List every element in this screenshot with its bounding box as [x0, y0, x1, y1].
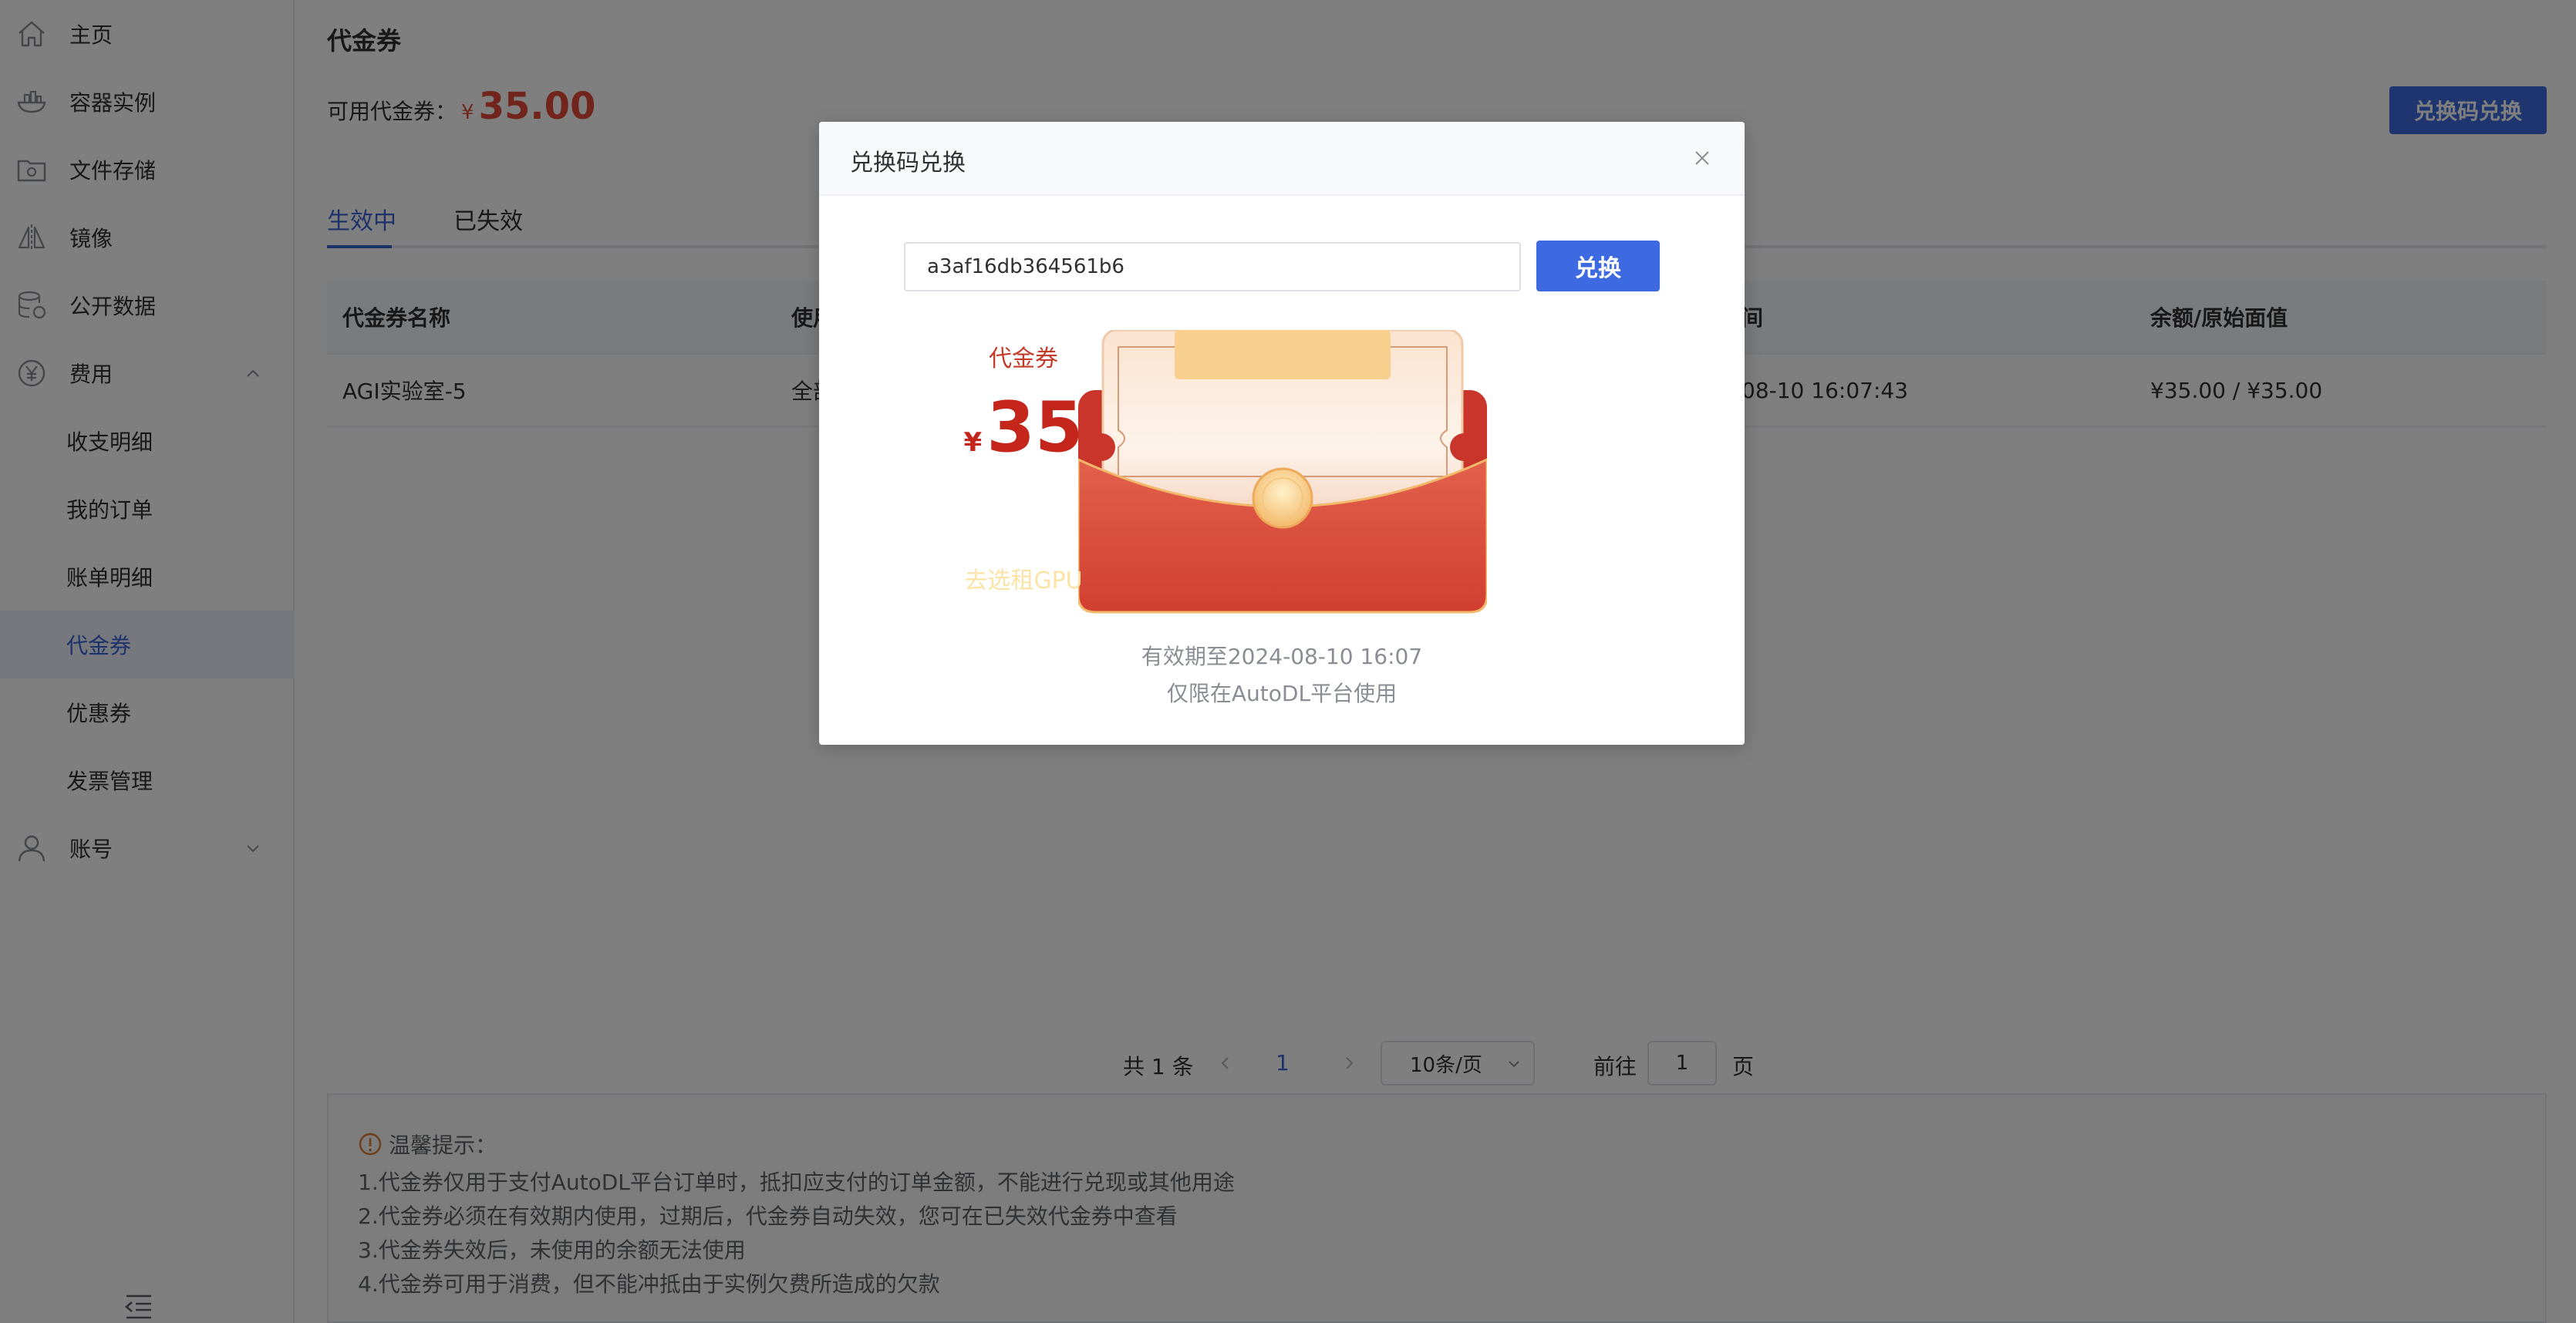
rent-gpu-link[interactable]: 去选租GPU [819, 561, 1228, 595]
redeem-dialog: 兑换码兑换 兑换 [819, 122, 1745, 745]
close-icon[interactable] [1692, 148, 1712, 168]
voucher-currency: ¥ [963, 427, 983, 458]
voucher-platform-note: 仅限在AutoDL平台使用 [1166, 681, 1398, 706]
dialog-header: 兑换码兑换 [819, 122, 1745, 196]
voucher-tag: 代金券 [989, 345, 1058, 372]
redeem-submit-button[interactable]: 兑换 [1536, 241, 1660, 291]
voucher-amount: ¥35 [819, 387, 1228, 468]
voucher-validity: 有效期至2024-08-10 16:07 [1141, 644, 1423, 669]
dialog-title: 兑换码兑换 [850, 150, 966, 177]
voucher-amount-value: 35 [986, 387, 1084, 468]
redeem-code-input[interactable] [904, 242, 1521, 291]
